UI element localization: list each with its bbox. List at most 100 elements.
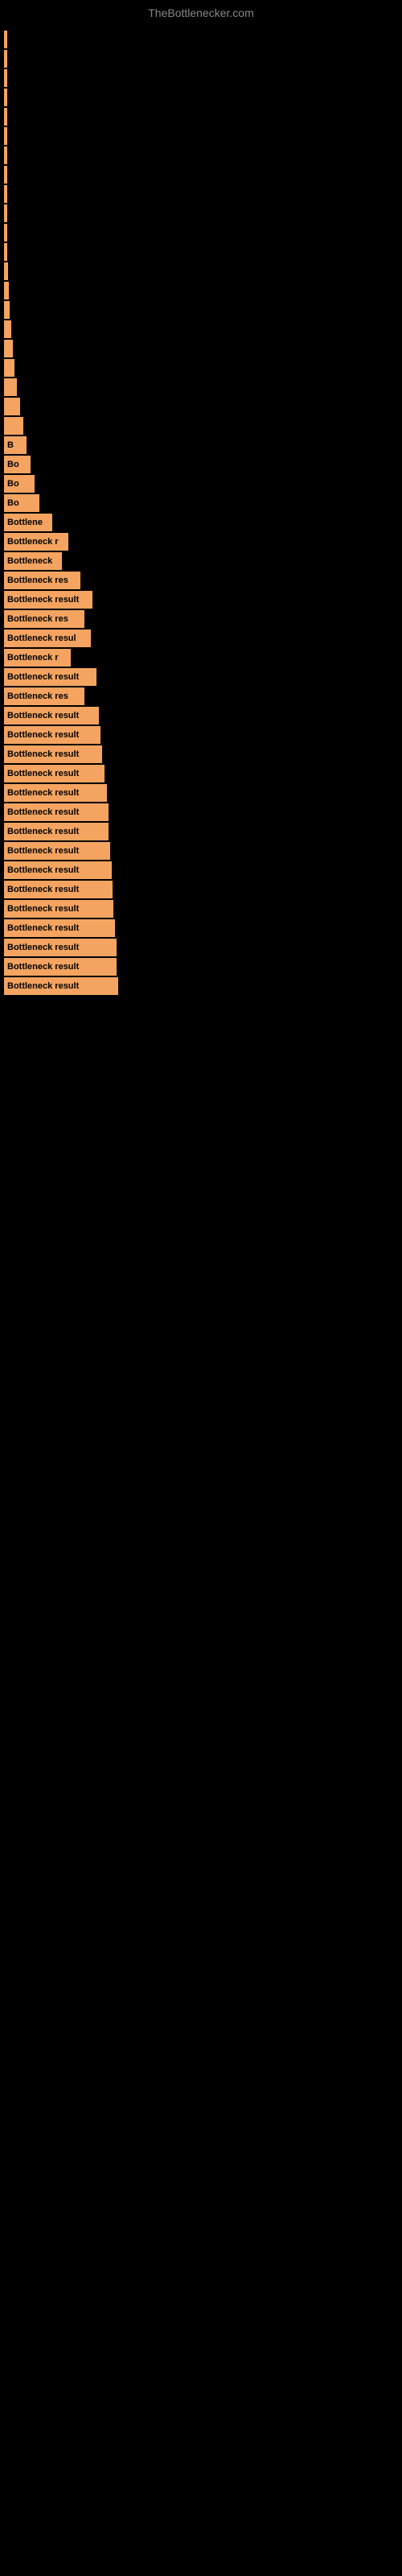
bar-row: B — [4, 436, 402, 454]
bottleneck-bar — [4, 166, 7, 184]
bar-row: Bottleneck result — [4, 591, 402, 609]
bar-row: Bottleneck result — [4, 707, 402, 724]
bottleneck-bar: Bottleneck result — [4, 842, 110, 860]
bar-row: Bottleneck result — [4, 823, 402, 840]
bottleneck-bar: Bottleneck result — [4, 900, 113, 918]
bar-row: Bo — [4, 494, 402, 512]
bar-row: Bottleneck result — [4, 726, 402, 744]
bar-row: Bottleneck res — [4, 572, 402, 589]
bar-row: Bottleneck result — [4, 939, 402, 956]
bottleneck-bar — [4, 378, 17, 396]
bar-row — [4, 108, 402, 126]
bottleneck-bar: Bottleneck result — [4, 861, 112, 879]
bottleneck-bar: Bottleneck resul — [4, 630, 91, 647]
bar-row — [4, 398, 402, 415]
bottleneck-bar — [4, 398, 20, 415]
bottleneck-bar — [4, 31, 7, 48]
bottleneck-bar — [4, 50, 7, 68]
bar-row — [4, 31, 402, 48]
bar-row — [4, 378, 402, 396]
bottleneck-bar — [4, 320, 11, 338]
bar-row — [4, 359, 402, 377]
bottleneck-bar: Bottleneck result — [4, 881, 113, 898]
bar-row: Bottleneck result — [4, 765, 402, 782]
bottleneck-bar: Bottleneck res — [4, 610, 84, 628]
bar-row: Bottleneck r — [4, 649, 402, 667]
bottleneck-bar: Bottleneck r — [4, 533, 68, 551]
bar-row — [4, 69, 402, 87]
bar-row — [4, 127, 402, 145]
bottleneck-bar — [4, 69, 7, 87]
bar-row: Bottleneck result — [4, 958, 402, 976]
bottleneck-bar — [4, 417, 23, 435]
bottleneck-bar — [4, 147, 7, 164]
bottleneck-bar: Bottleneck result — [4, 726, 100, 744]
bars-container: BBoBoBoBottleneBottleneck rBottleneckBot… — [0, 23, 402, 1005]
bottleneck-bar — [4, 340, 13, 357]
bottleneck-bar: Bottleneck result — [4, 823, 109, 840]
bar-row: Bottleneck result — [4, 842, 402, 860]
bottleneck-bar: Bottleneck result — [4, 668, 96, 686]
bottleneck-bar — [4, 262, 8, 280]
bottleneck-bar: Bottleneck res — [4, 572, 80, 589]
bar-row: Bottleneck result — [4, 861, 402, 879]
bar-row — [4, 89, 402, 106]
bottleneck-bar: Bottleneck result — [4, 765, 105, 782]
bottleneck-bar — [4, 282, 9, 299]
bottleneck-bar — [4, 224, 7, 242]
bottleneck-bar: Bo — [4, 475, 35, 493]
site-title: TheBottlenecker.com — [0, 0, 402, 23]
bar-row — [4, 224, 402, 242]
bar-row: Bottleneck res — [4, 687, 402, 705]
bottleneck-bar: Bottleneck r — [4, 649, 71, 667]
bar-row: Bottleneck result — [4, 803, 402, 821]
bottleneck-bar — [4, 243, 7, 261]
bar-row: Bottleneck result — [4, 977, 402, 995]
bottleneck-bar: Bottleneck — [4, 552, 62, 570]
bar-row — [4, 320, 402, 338]
bar-row: Bottleneck result — [4, 745, 402, 763]
bottleneck-bar — [4, 89, 7, 106]
bar-row — [4, 166, 402, 184]
bottleneck-bar: Bottleneck result — [4, 784, 107, 802]
bottleneck-bar — [4, 301, 10, 319]
bottleneck-bar — [4, 108, 7, 126]
bottleneck-bar: Bottleneck result — [4, 939, 117, 956]
bar-row — [4, 50, 402, 68]
bottleneck-bar: Bottleneck result — [4, 919, 115, 937]
bottleneck-bar — [4, 127, 7, 145]
bar-row — [4, 204, 402, 222]
bottleneck-bar: Bo — [4, 456, 31, 473]
bottleneck-bar: Bo — [4, 494, 39, 512]
bar-row — [4, 282, 402, 299]
bar-row: Bo — [4, 475, 402, 493]
bar-row: Bottleneck result — [4, 919, 402, 937]
bar-row: Bottleneck r — [4, 533, 402, 551]
bottleneck-bar: Bottlene — [4, 514, 52, 531]
bar-row — [4, 301, 402, 319]
bar-row — [4, 147, 402, 164]
bottleneck-bar — [4, 185, 7, 203]
bottleneck-bar: Bottleneck res — [4, 687, 84, 705]
bottleneck-bar — [4, 359, 14, 377]
bottleneck-bar — [4, 204, 7, 222]
bottleneck-bar: Bottleneck result — [4, 958, 117, 976]
bar-row: Bottleneck result — [4, 900, 402, 918]
bar-row: Bottleneck — [4, 552, 402, 570]
bottleneck-bar: Bottleneck result — [4, 745, 102, 763]
bar-row — [4, 243, 402, 261]
bottleneck-bar: Bottleneck result — [4, 803, 109, 821]
bar-row: Bottleneck result — [4, 881, 402, 898]
bottleneck-bar: Bottleneck result — [4, 977, 118, 995]
bar-row — [4, 262, 402, 280]
bar-row: Bottleneck result — [4, 784, 402, 802]
bottleneck-bar: B — [4, 436, 27, 454]
bottleneck-bar: Bottleneck result — [4, 707, 99, 724]
bar-row: Bottleneck result — [4, 668, 402, 686]
bottleneck-bar: Bottleneck result — [4, 591, 92, 609]
bar-row — [4, 185, 402, 203]
bar-row: Bottleneck res — [4, 610, 402, 628]
bar-row — [4, 340, 402, 357]
bar-row — [4, 417, 402, 435]
bar-row: Bo — [4, 456, 402, 473]
